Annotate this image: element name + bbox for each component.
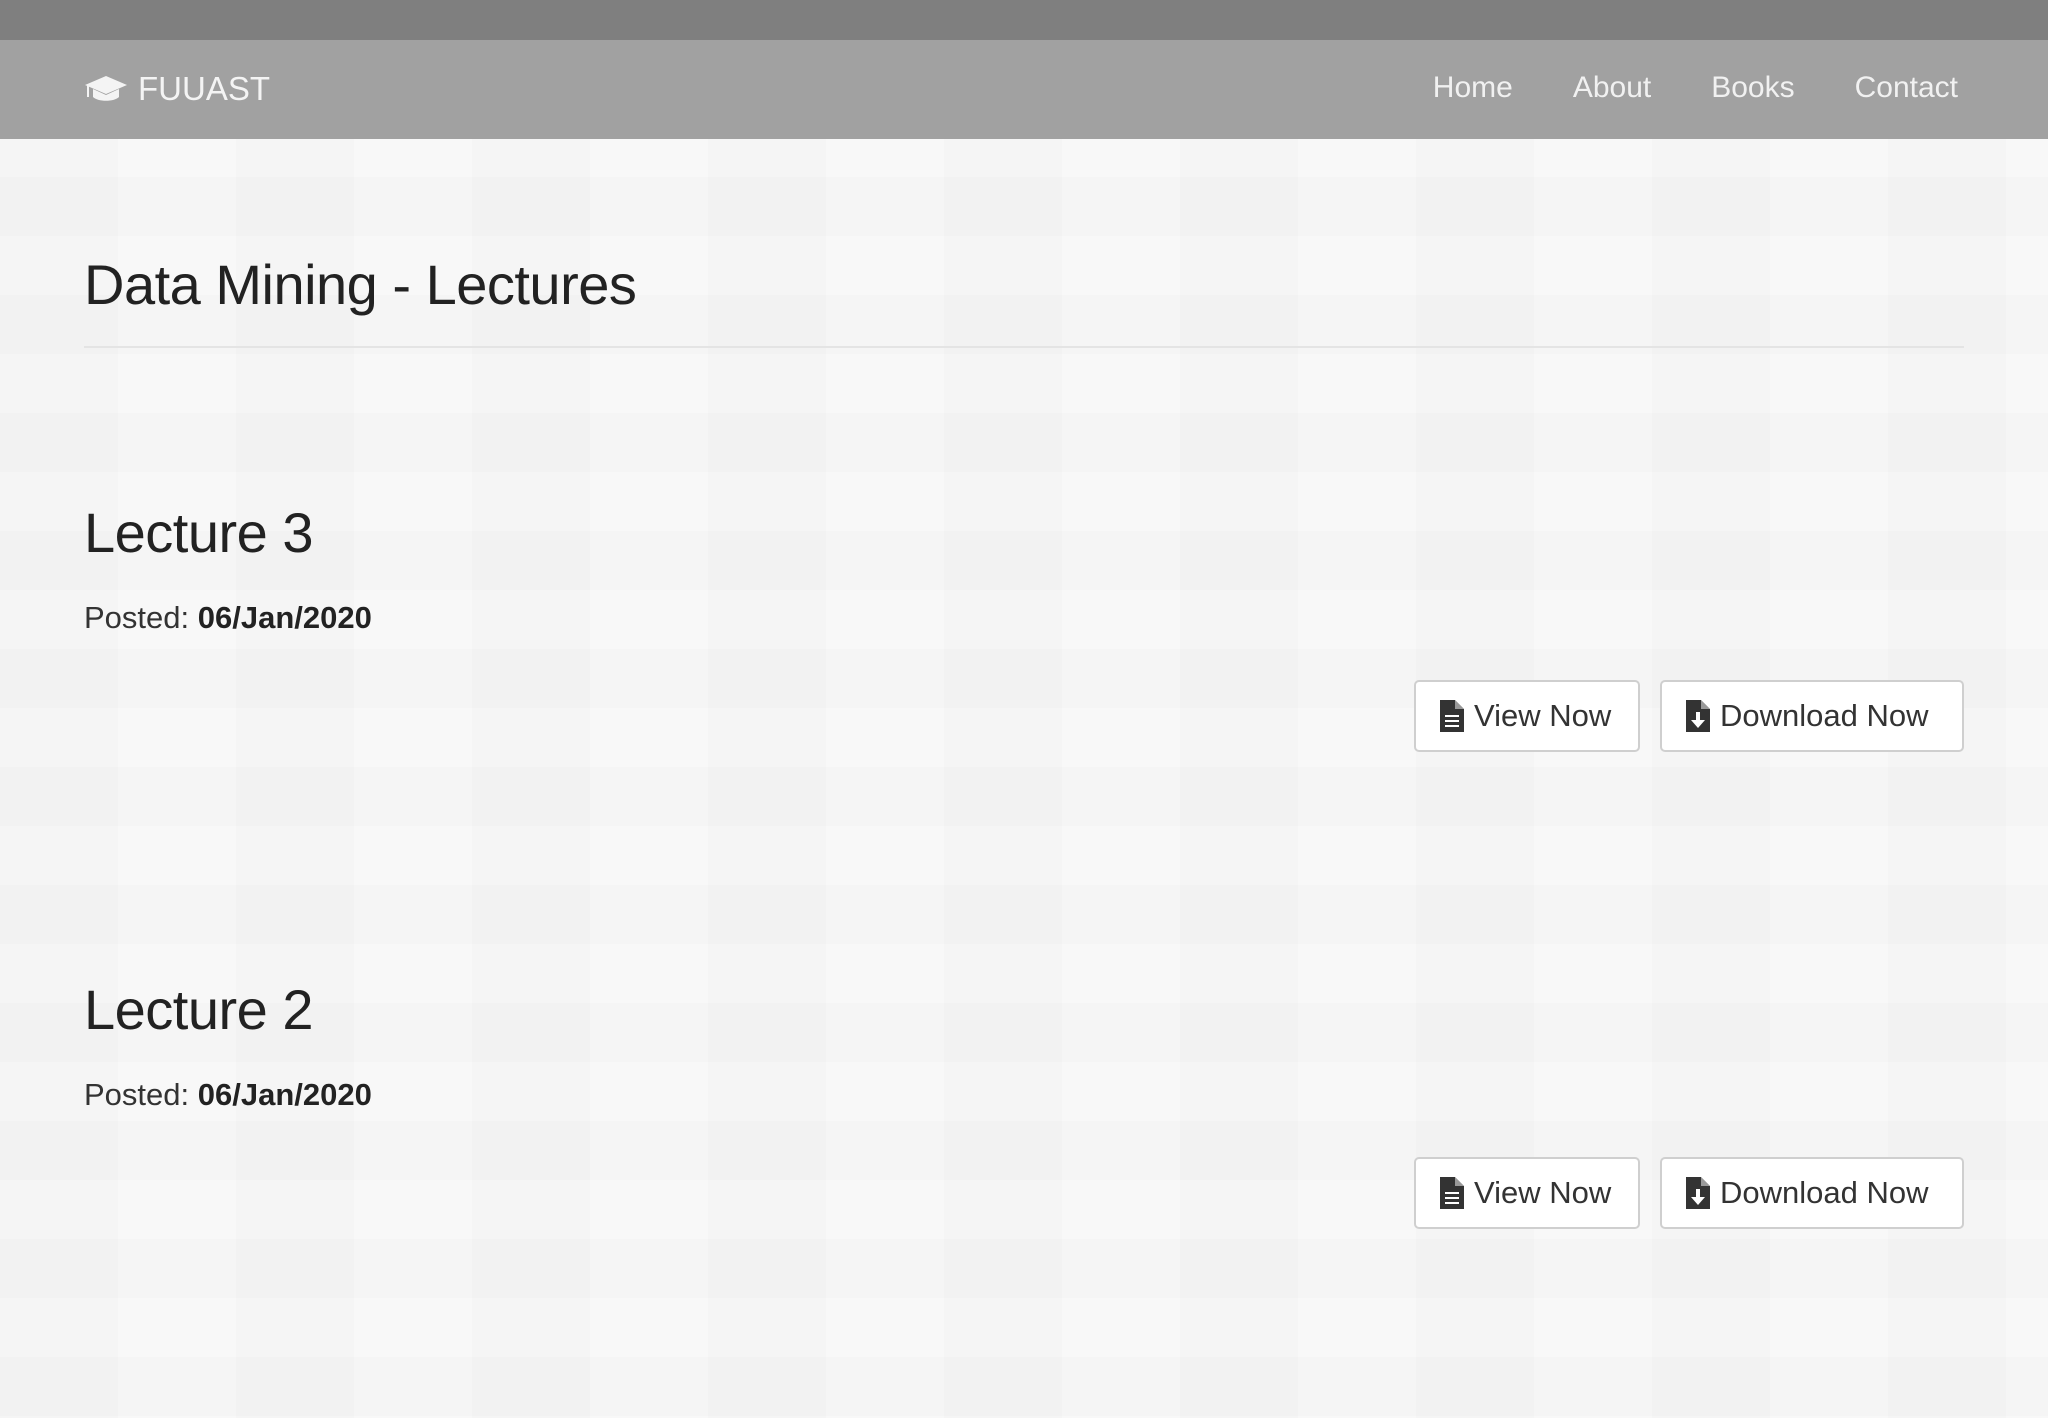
lecture-title: Lecture 3 — [84, 501, 314, 564]
nav-books[interactable]: Books — [1711, 71, 1794, 105]
posted-date: 06/Jan/2020 — [197, 600, 372, 635]
lecture-item: Lecture 3 Posted: 06/Jan/2020 View Now D… — [84, 500, 1964, 760]
nav-home[interactable]: Home — [1433, 71, 1513, 105]
download-now-label: Download Now — [1720, 698, 1929, 733]
posted-info: Posted: 06/Jan/2020 — [84, 600, 372, 636]
file-text-icon — [1440, 700, 1464, 732]
download-now-button[interactable]: Download Now — [1660, 1157, 1964, 1229]
posted-label: Posted: — [84, 600, 198, 635]
brand-link[interactable]: FUUAST — [84, 70, 270, 108]
brand-name: FUUAST — [138, 70, 270, 107]
graduation-cap-icon — [84, 74, 128, 104]
file-download-icon — [1686, 1177, 1710, 1209]
lecture-title: Lecture 2 — [84, 978, 314, 1041]
nav-contact[interactable]: Contact — [1855, 71, 1958, 105]
browser-top-strip — [0, 0, 2048, 40]
download-now-label: Download Now — [1720, 1175, 1929, 1210]
posted-info: Posted: 06/Jan/2020 — [84, 1077, 372, 1113]
page-title: Data Mining - Lectures — [84, 253, 637, 316]
nav-about[interactable]: About — [1573, 71, 1651, 105]
download-now-button[interactable]: Download Now — [1660, 680, 1964, 752]
file-text-icon — [1440, 1177, 1464, 1209]
nav-links: Home About Books Contact — [1433, 71, 1958, 105]
file-download-icon — [1686, 700, 1710, 732]
view-now-button[interactable]: View Now — [1414, 680, 1640, 752]
posted-label: Posted: — [84, 1077, 198, 1112]
posted-date: 06/Jan/2020 — [197, 1077, 372, 1112]
lecture-actions: View Now Download Now — [1414, 680, 1964, 752]
navbar: FUUAST Home About Books Contact — [0, 40, 2048, 139]
lecture-actions: View Now Download Now — [1414, 1157, 1964, 1229]
view-now-label: View Now — [1474, 698, 1612, 733]
view-now-button[interactable]: View Now — [1414, 1157, 1640, 1229]
lecture-item: Lecture 2 Posted: 06/Jan/2020 View Now D… — [84, 977, 1964, 1237]
view-now-label: View Now — [1474, 1175, 1612, 1210]
title-divider — [84, 346, 1964, 348]
